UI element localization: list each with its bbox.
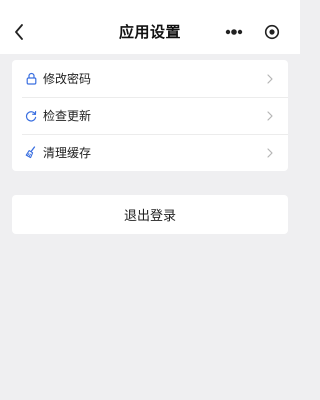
refresh-icon <box>25 109 37 123</box>
miniprogram-capsule <box>216 17 290 47</box>
settings-item-clear-cache[interactable]: 清理缓存 <box>12 134 288 171</box>
lock-icon <box>25 72 37 86</box>
settings-item-label: 修改密码 <box>43 72 92 86</box>
settings-item-check-update[interactable]: 检查更新 <box>12 97 288 134</box>
logout-button[interactable]: 退出登录 <box>12 195 288 234</box>
chevron-right-icon <box>266 73 274 85</box>
target-close-icon <box>264 24 280 40</box>
close-button[interactable] <box>254 17 290 47</box>
chevron-right-icon <box>266 147 274 159</box>
settings-item-change-password[interactable]: 修改密码 <box>12 60 288 97</box>
settings-item-label: 清理缓存 <box>43 146 92 160</box>
chevron-right-icon <box>266 110 274 122</box>
more-dots-icon <box>225 29 243 35</box>
more-button[interactable] <box>216 17 252 47</box>
settings-list: 修改密码 检查更新 清理缓存 <box>12 60 288 171</box>
navigation-bar: 应用设置 <box>0 10 300 54</box>
status-bar <box>0 0 300 10</box>
broom-icon <box>25 146 37 160</box>
settings-item-label: 检查更新 <box>43 109 92 123</box>
